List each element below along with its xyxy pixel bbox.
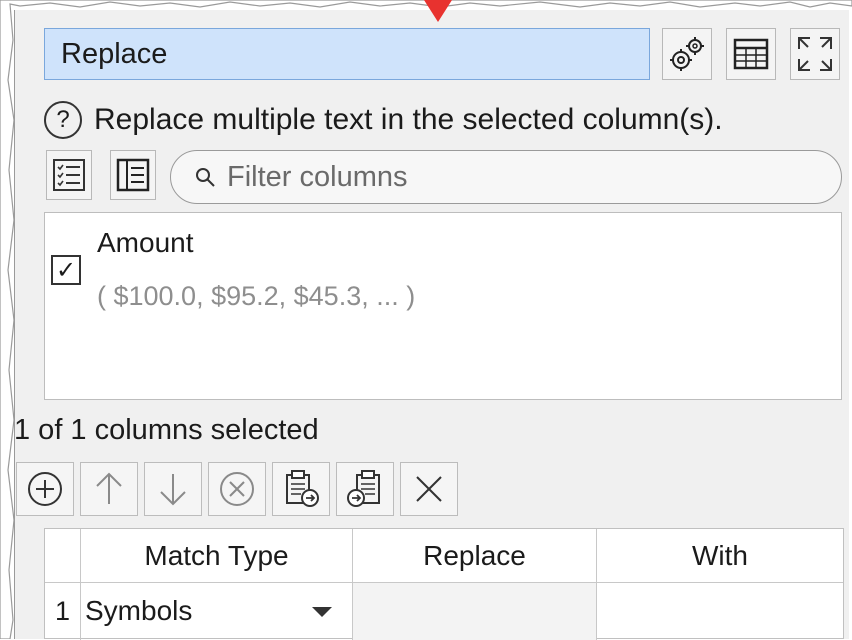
list-icon [116,158,150,192]
table-icon [733,38,769,70]
filter-columns-input[interactable] [225,159,789,195]
maximize-button[interactable] [790,28,840,80]
column-name[interactable]: Amount [97,227,194,259]
column-checkbox[interactable]: ✓ [51,255,81,285]
replace-cell[interactable] [353,583,597,640]
delete-row-button[interactable] [208,462,266,516]
column-list: ✓ Amount ( $100.0, $95.2, $45.3, ... ) [44,212,842,400]
match-type-dropdown[interactable]: Symbols [81,583,353,640]
panel-description: Replace multiple text in the selected co… [94,103,723,136]
column-header-match-type[interactable]: Match Type [81,529,353,583]
with-cell[interactable] [597,583,843,640]
filter-columns-field[interactable] [170,150,842,204]
clear-icon [416,476,442,502]
add-row-button[interactable] [16,462,74,516]
replace-table: Match Type Replace With 1 Symbols [44,528,844,640]
maximize-icon [798,37,832,71]
pointer-arrow [424,0,452,22]
checklist-icon [53,159,85,191]
paste-icon [286,470,319,507]
copy-icon [347,470,380,507]
paste-button[interactable] [272,462,330,516]
panel-title[interactable]: Replace [44,28,650,80]
copy-button[interactable] [336,462,394,516]
move-up-icon [96,472,122,504]
move-down-button[interactable] [144,462,202,516]
help-row: ? Replace multiple text in the selected … [44,98,723,142]
selected-count: 1 of 1 columns selected [14,414,319,446]
delete-icon [220,472,254,506]
chevron-down-icon [312,607,332,617]
match-type-value: Symbols [85,595,193,626]
row-number: 1 [45,583,81,640]
settings-button[interactable] [662,28,712,80]
select-all-button[interactable] [46,150,92,200]
row-number-header [45,529,81,583]
column-sample-values: ( $100.0, $95.2, $45.3, ... ) [97,281,416,311]
add-icon [28,472,62,506]
clear-button[interactable] [400,462,458,516]
column-header-with[interactable]: With [597,529,843,583]
select-none-button[interactable] [110,150,156,200]
search-icon [196,168,215,187]
move-down-icon [160,474,186,506]
help-icon[interactable]: ? [44,101,82,139]
column-header-replace[interactable]: Replace [353,529,597,583]
table-view-button[interactable] [726,28,776,80]
move-up-button[interactable] [80,462,138,516]
gear-icon [670,37,704,71]
